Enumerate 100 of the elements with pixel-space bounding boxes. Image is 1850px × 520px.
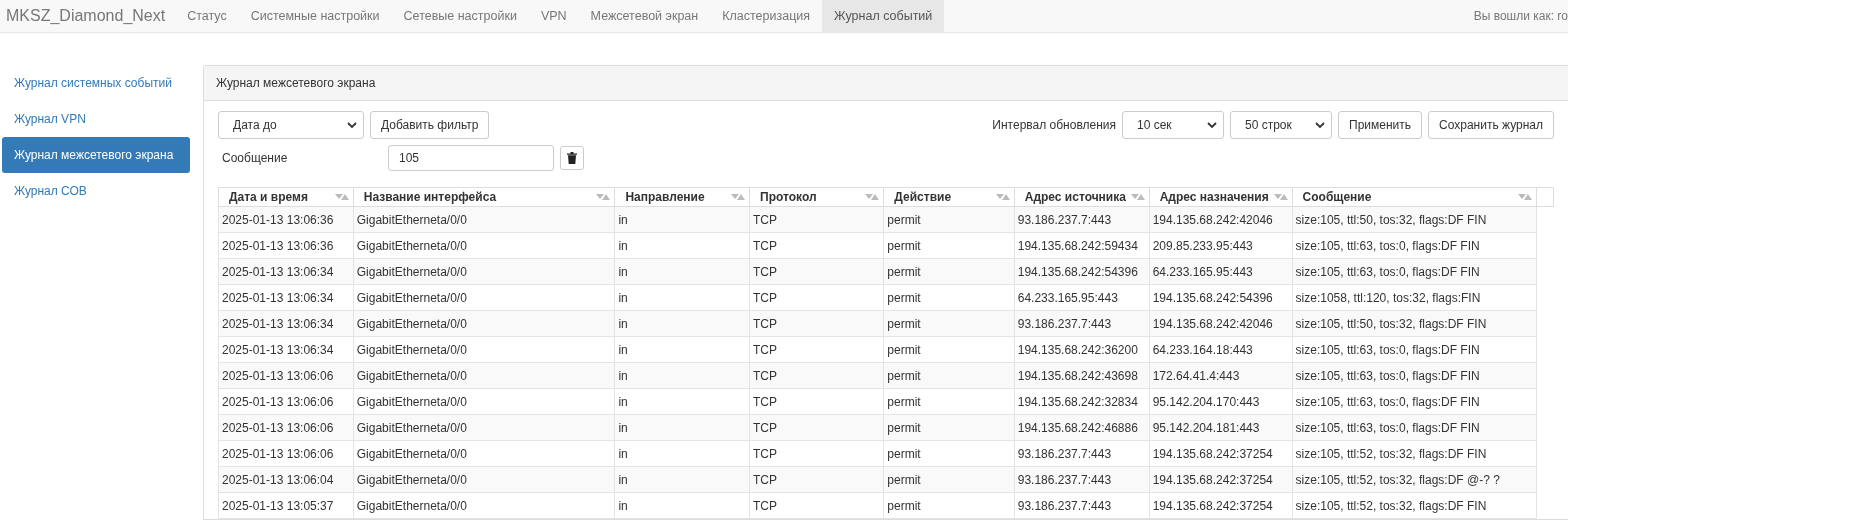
- table-cell: size:105, ttl:63, tos:0, flags:DF FIN: [1292, 414, 1537, 441]
- refresh-interval-label: Интервал обновления: [992, 118, 1116, 132]
- table-cell: 2025-01-13 13:06:06: [218, 440, 354, 467]
- table-cell: TCP: [749, 206, 884, 233]
- sort-icon[interactable]: [1130, 193, 1145, 201]
- table-cell: in: [614, 206, 750, 233]
- sort-icon[interactable]: [1518, 193, 1533, 201]
- nav-tab[interactable]: Статус: [175, 0, 239, 32]
- table-cell: in: [614, 440, 750, 467]
- table-cell: TCP: [749, 388, 884, 415]
- table-cell: 194.135.68.242:42046: [1149, 310, 1293, 337]
- sidebar-item[interactable]: Журнал VPN: [2, 101, 190, 137]
- sidebar-item[interactable]: Журнал системных событий: [2, 65, 190, 101]
- table-cell: size:1058, ttl:120, tos:32, flags:FIN: [1292, 284, 1537, 311]
- table-cell: size:105, ttl:52, tos:32, flags:DF FIN: [1292, 440, 1537, 467]
- table-cell: 2025-01-13 13:06:06: [218, 388, 354, 415]
- save-log-button[interactable]: Сохранить журнал: [1428, 111, 1554, 139]
- nav-tab[interactable]: Межсетевой экран: [578, 0, 711, 32]
- sort-icon[interactable]: [995, 193, 1010, 201]
- nav-tab[interactable]: Журнал событий: [822, 0, 945, 32]
- sort-icon[interactable]: [865, 193, 880, 201]
- column-header: Дата и время: [229, 190, 308, 204]
- nav-tab[interactable]: Кластеризация: [710, 0, 823, 32]
- table-cell: 194.135.68.242:59434: [1014, 232, 1150, 259]
- table-cell: 2025-01-13 13:06:34: [218, 336, 354, 363]
- table-cell: 194.135.68.242:42046: [1149, 206, 1293, 233]
- table-cell: GigabitEtherneta/0/0: [353, 492, 615, 519]
- table-cell: TCP: [749, 414, 884, 441]
- table-cell: 93.186.237.7:443: [1014, 440, 1150, 467]
- table-cell: permit: [883, 284, 1015, 311]
- apply-button[interactable]: Применить: [1338, 111, 1423, 139]
- sort-icon[interactable]: [1273, 193, 1288, 201]
- rows-select[interactable]: 50 строк: [1230, 111, 1332, 139]
- table-cell: in: [614, 414, 750, 441]
- table-cell: size:105, ttl:63, tos:0, flags:DF FIN: [1292, 258, 1537, 285]
- chevron-down-icon: [1315, 121, 1325, 129]
- nav-tab[interactable]: VPN: [528, 0, 579, 32]
- trash-icon: [567, 152, 577, 164]
- panel-title: Журнал межсетевого экрана: [204, 66, 1568, 101]
- table-cell: TCP: [749, 310, 884, 337]
- filter-input[interactable]: 105: [388, 145, 554, 171]
- table-cell: in: [614, 232, 750, 259]
- table-cell: TCP: [749, 258, 884, 285]
- table-cell: GigabitEtherneta/0/0: [353, 388, 615, 415]
- table-cell: permit: [883, 258, 1015, 285]
- table-cell: 194.135.68.242:43698: [1014, 362, 1150, 389]
- table-cell: permit: [883, 414, 1015, 441]
- sidebar-item[interactable]: Журнал СОВ: [2, 173, 190, 209]
- table-cell: permit: [883, 492, 1015, 519]
- table-cell: in: [614, 336, 750, 363]
- table-cell: 194.135.68.242:32834: [1014, 388, 1150, 415]
- table-cell: GigabitEtherneta/0/0: [353, 206, 615, 233]
- table-cell: 2025-01-13 13:06:34: [218, 284, 354, 311]
- delete-filter-button[interactable]: [560, 146, 584, 170]
- table-cell: 2025-01-13 13:06:04: [218, 466, 354, 493]
- table-cell: 2025-01-13 13:06:06: [218, 414, 354, 441]
- chevron-down-icon: [347, 121, 357, 129]
- table-cell: size:105, ttl:63, tos:0, flags:DF FIN: [1292, 388, 1537, 415]
- table-cell: 194.135.68.242:46886: [1014, 414, 1150, 441]
- table-cell: in: [614, 492, 750, 519]
- interval-select[interactable]: 10 сек: [1122, 111, 1224, 139]
- column-header: Сообщение: [1302, 190, 1372, 204]
- table-cell: GigabitEtherneta/0/0: [353, 414, 615, 441]
- sort-icon[interactable]: [731, 193, 745, 201]
- brand-name[interactable]: MKSZ_Diamond_Next: [0, 0, 176, 32]
- table-cell: 2025-01-13 13:06:34: [218, 310, 354, 337]
- table-cell: permit: [883, 336, 1015, 363]
- table-cell: 194.135.68.242:37254: [1149, 440, 1293, 467]
- nav-tab[interactable]: Системные настройки: [238, 0, 392, 32]
- table-cell: GigabitEtherneta/0/0: [353, 362, 615, 389]
- table-cell: in: [614, 362, 750, 389]
- table-cell: permit: [883, 388, 1015, 415]
- table-cell: permit: [883, 232, 1015, 259]
- table-cell: permit: [883, 440, 1015, 467]
- table-cell: in: [614, 466, 750, 493]
- table-cell: size:105, ttl:63, tos:0, flags:DF FIN: [1292, 232, 1537, 259]
- table-cell: 2025-01-13 13:05:37: [218, 492, 354, 519]
- filter-select[interactable]: Дата до: [218, 111, 364, 139]
- sort-icon[interactable]: [334, 193, 349, 201]
- table-cell: 64.233.165.95:443: [1149, 258, 1293, 285]
- column-header: Действие: [894, 190, 952, 204]
- table-cell: 194.135.68.242:37254: [1149, 466, 1293, 493]
- table-cell: size:105, ttl:52, tos:32, flags:DF @-? ?: [1292, 466, 1537, 493]
- sort-icon[interactable]: [596, 193, 611, 201]
- filter-label: Сообщение: [221, 151, 289, 165]
- table-cell: 2025-01-13 13:06:34: [218, 258, 354, 285]
- table-cell: 64.233.165.95:443: [1014, 284, 1150, 311]
- table-cell: size:105, ttl:50, tos:32, flags:DF FIN: [1292, 310, 1537, 337]
- sidebar-item[interactable]: Журнал межсетевого экрана: [2, 137, 190, 173]
- table-cell: in: [614, 284, 750, 311]
- table-cell: 194.135.68.242:36200: [1014, 336, 1150, 363]
- table-cell: GigabitEtherneta/0/0: [353, 284, 615, 311]
- table-cell: GigabitEtherneta/0/0: [353, 232, 615, 259]
- add-filter-button[interactable]: Добавить фильтр: [370, 111, 490, 139]
- table-cell: 172.64.41.4:443: [1149, 362, 1293, 389]
- table-cell: 2025-01-13 13:06:36: [218, 232, 354, 259]
- table-cell: 194.135.68.242:54396: [1014, 258, 1150, 285]
- nav-tab[interactable]: Сетевые настройки: [391, 0, 529, 32]
- chevron-down-icon: [1207, 121, 1217, 129]
- table-cell: in: [614, 258, 750, 285]
